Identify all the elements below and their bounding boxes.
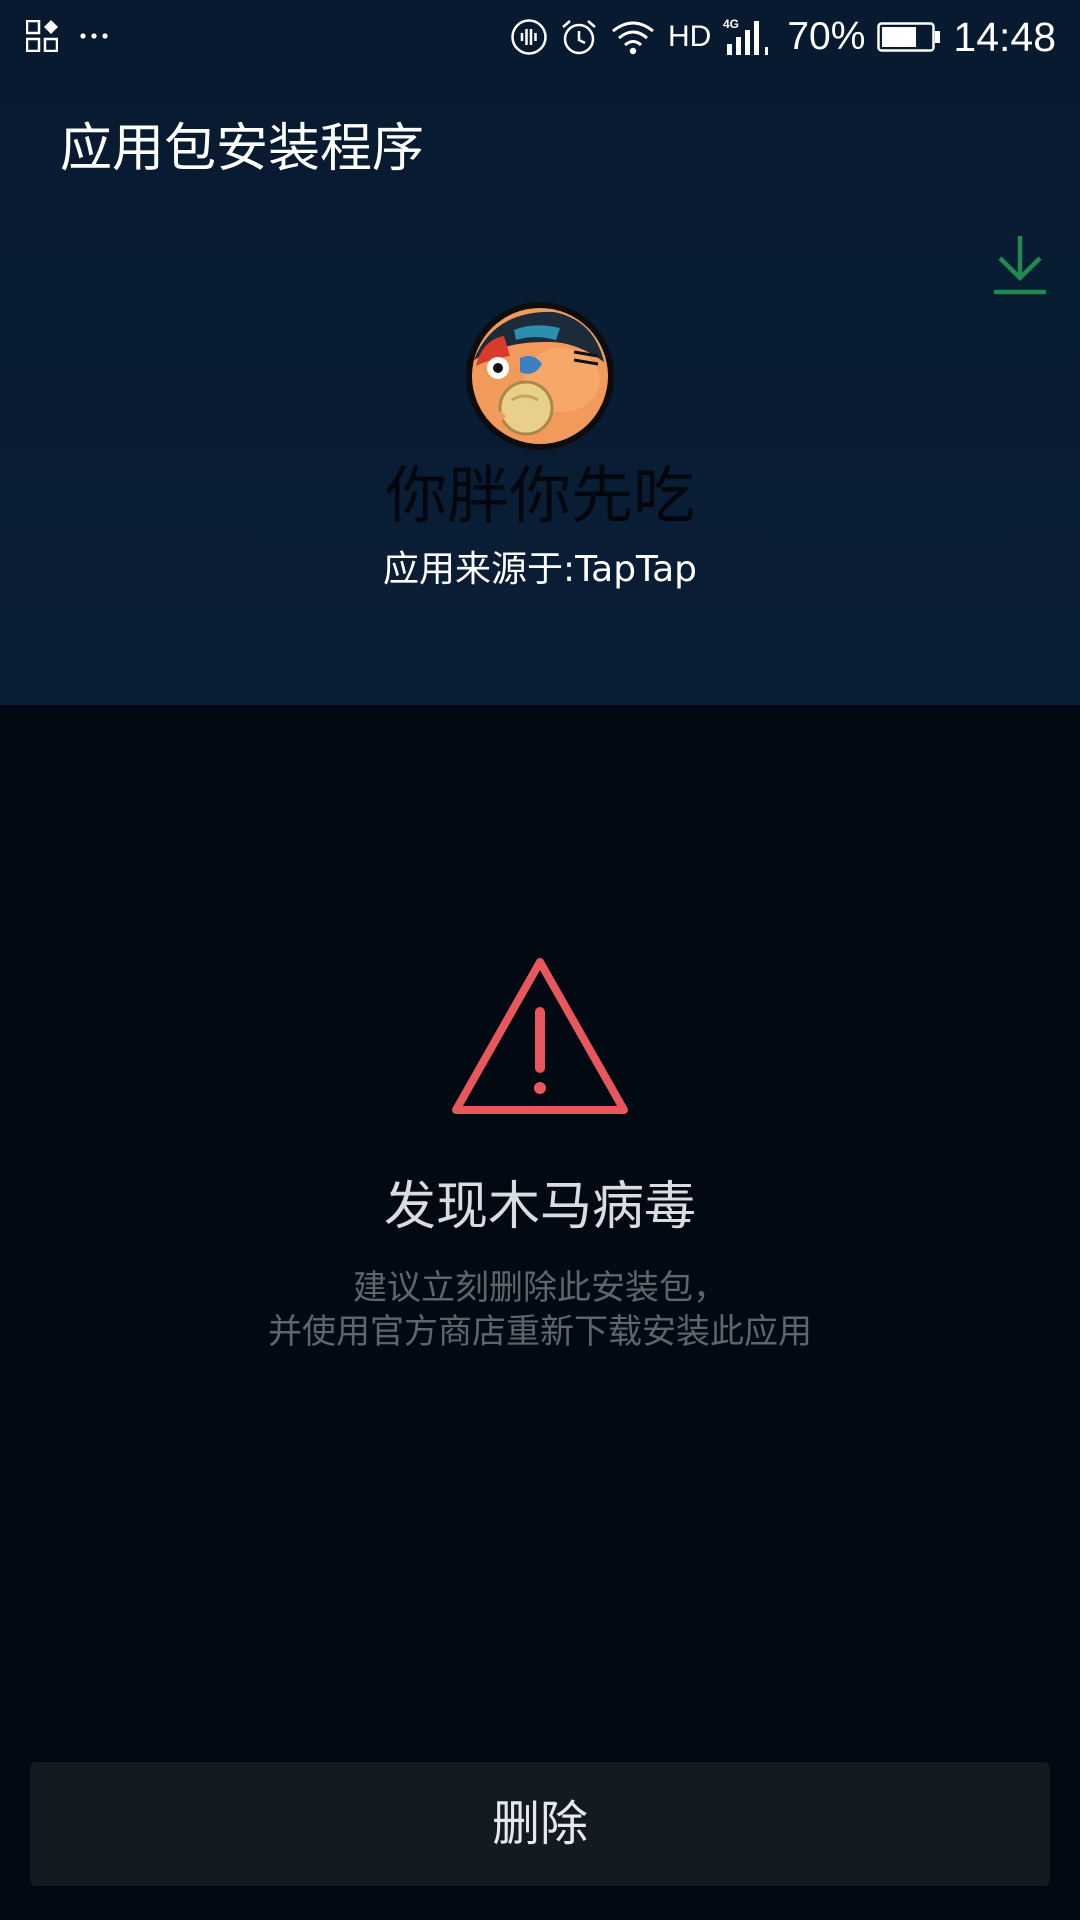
download-button[interactable] (992, 234, 1048, 296)
warning-description: 建议立刻删除此安装包， 并使用官方商店重新下载安装此应用 (0, 1266, 1080, 1354)
nfc-icon (510, 18, 548, 56)
clock: 14:48 (953, 14, 1056, 60)
installer-screen: HD 4G 70% 14:48 应用包安装程序 你胖你先吃 应用来源于:TapT… (0, 0, 1080, 1920)
status-bar-left (26, 18, 108, 54)
battery-percent: 70% (787, 15, 866, 58)
download-icon (994, 236, 1046, 295)
battery-icon (877, 22, 941, 52)
app-avatar-icon (464, 300, 616, 452)
wifi-icon (610, 19, 656, 55)
network-label: HD (667, 20, 712, 53)
delete-button[interactable]: 删除 (30, 1762, 1050, 1886)
status-bar: HD 4G 70% 14:48 (0, 0, 1080, 72)
app-source: 应用来源于:TapTap (382, 549, 698, 590)
signal-4g-icon: 4G (723, 17, 775, 57)
warning-description-line: 建议立刻删除此安装包， (353, 1268, 727, 1308)
status-bar-right: HD 4G 70% 14:48 (510, 10, 1056, 64)
more-dots-icon (80, 32, 108, 40)
page-title: 应用包安装程序 (60, 119, 425, 179)
alarm-icon (560, 18, 598, 56)
app-name: 你胖你先吃 (384, 459, 695, 532)
svg-text:4G: 4G (723, 17, 739, 31)
warning-triangle-icon (448, 950, 632, 1120)
warning-title: 发现木马病毒 (383, 1177, 696, 1237)
app-info-panel: HD 4G 70% 14:48 应用包安装程序 你胖你先吃 应用来源于:TapT… (0, 0, 1080, 705)
apps-grid-icon (26, 20, 58, 52)
warning-description-line: 并使用官方商店重新下载安装此应用 (268, 1312, 812, 1352)
battery-fill (882, 27, 917, 47)
